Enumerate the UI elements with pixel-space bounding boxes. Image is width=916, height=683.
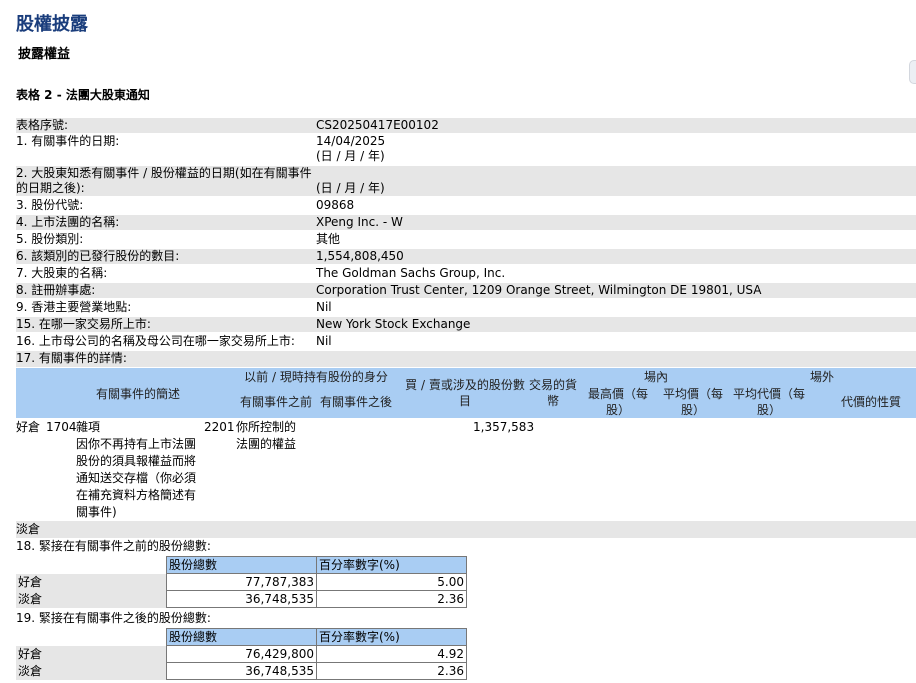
percentage: 4.92 [316,645,467,663]
event-code: 1704 [46,420,77,434]
capacity-line: 法團的權益 [236,437,297,451]
col-total-shares: 股份總數 [166,628,317,646]
percentage: 5.00 [316,573,467,591]
side-panel-tab[interactable] [909,60,916,84]
position-long: 好倉 [16,420,41,434]
field-label: 7. 大股東的名稱: [16,266,108,280]
table-row: 好倉 76,429,800 4.92 [16,645,467,663]
row-type: 淡倉 [16,662,167,680]
col-percentage: 百分率數字(%) [316,628,467,646]
total-shares: 36,748,535 [166,662,317,680]
field-value: CS20250417E00102 [316,118,439,132]
position-short: 淡倉 [16,522,41,536]
totals-before-table: 股份總數 百分率數字(%) 好倉 77,787,383 5.00 淡倉 36,7… [16,556,467,608]
section-19-label-row: 19. 緊接在有關事件之後的股份總數: [16,611,916,627]
field-label: 17. 有關事件的詳情: [16,351,127,365]
field-value: Nil [316,300,332,314]
header-num-shares: 買 / 賣或涉及的股份數目 [405,378,525,408]
field-value: New York Stock Exchange [316,317,471,331]
field-value: 其他 [316,232,341,246]
header-after: 有關事件之後 [319,395,392,409]
field-row-form-serial: 表格序號: CS20250417E00102 [16,118,916,133]
field-label: 3. 股份代號: [16,198,84,212]
header-average-consideration: 平均代價（每股） [732,387,805,417]
field-label: 1. 有關事件的日期: [16,134,120,148]
capacity-line: 你所控制的 [236,420,297,434]
field-row-shareholder-name: 7. 大股東的名稱: The Goldman Sachs Group, Inc. [16,266,916,281]
header-event-desc: 有關事件的簡述 [95,387,180,401]
row-type: 好倉 [16,573,167,591]
capacity-code: 2201 [204,420,235,434]
field-label-cont: 的日期之後): [16,181,85,195]
field-value: XPeng Inc. - W [316,215,403,229]
field-label: 15. 在哪一家交易所上市: [16,317,151,331]
shares-involved: 1,357,583 [473,420,535,434]
header-average-price: 平均價（每股） [662,387,723,417]
total-shares: 76,429,800 [166,645,317,663]
col-percentage: 百分率數字(%) [316,556,467,574]
event-desc-line: 因你不再持有上市法團 [76,437,197,451]
field-value: 14/04/2025 [316,134,386,148]
percentage: 2.36 [316,590,467,608]
field-label: 8. 註冊辦事處: [16,283,96,297]
row-type: 淡倉 [16,590,167,608]
field-row-aware-date: 2. 大股東知悉有關事件 / 股份權益的日期(如在有關事件 的日期之後): (日… [16,166,916,196]
field-value: 09868 [316,198,355,212]
field-row-hk-place: 9. 香港主要營業地點: Nil [16,300,916,315]
section-19-label: 19. 緊接在有關事件之後的股份總數: [16,611,211,625]
event-details-header: 有關事件的簡述 以前 / 現時持有股份的身分 有關事件之前 有關事件之後 買 /… [16,368,916,418]
field-row-event-details: 17. 有關事件的詳情: [16,351,916,367]
table-row: 好倉 77,787,383 5.00 [16,573,467,591]
short-position-row: 淡倉 [16,521,916,538]
field-label: 16. 上市母公司的名稱及母公司在哪一家交易所上市: [16,334,295,348]
field-label: 5. 股份類別: [16,232,84,246]
section-18-label: 18. 緊接在有關事件之前的股份總數: [16,539,211,553]
field-row-exchange: 15. 在哪一家交易所上市: New York Stock Exchange [16,317,916,332]
total-shares: 36,748,535 [166,590,317,608]
event-desc-line: 在補充資料方格簡述有 [76,488,197,502]
field-label: 6. 該類別的已發行股份的數目: [16,249,180,263]
field-row-registered-office: 8. 註冊辦事處: Corporation Trust Center, 1209… [16,283,916,298]
field-value: The Goldman Sachs Group, Inc. [316,266,506,280]
field-row-corp-name: 4. 上市法團的名稱: XPeng Inc. - W [16,215,916,230]
page-subtitle: 披露權益 [18,47,71,62]
table-row: 淡倉 36,748,535 2.36 [16,662,467,680]
total-shares: 77,787,383 [166,573,317,591]
field-label: 2. 大股東知悉有關事件 / 股份權益的日期(如在有關事件 [16,166,312,180]
percentage: 2.36 [316,662,467,680]
field-row-parent: 16. 上市母公司的名稱及母公司在哪一家交易所上市: Nil [16,334,916,349]
field-row-share-class: 5. 股份類別: 其他 [16,232,916,247]
date-format-hint: (日 / 月 / 年) [316,149,385,163]
event-desc-line: 關事件) [76,505,117,519]
field-row-stock-code: 3. 股份代號: 09868 [16,198,916,213]
field-row-issued-shares: 6. 該類別的已發行股份的數目: 1,554,808,450 [16,249,916,264]
field-label: 4. 上市法團的名稱: [16,215,120,229]
header-currency: 交易的貨幣 [528,378,577,408]
col-total-shares: 股份總數 [166,556,317,574]
header-on-exchange: 場內 [643,370,668,384]
section-18-label-row: 18. 緊接在有關事件之前的股份總數: [16,539,916,555]
field-value: Corporation Trust Center, 1209 Orange St… [316,283,762,297]
event-title: 雜項 [76,420,101,434]
field-label: 表格序號: [16,118,69,132]
field-row-event-date: 1. 有關事件的日期: 14/04/2025 (日 / 月 / 年) [16,134,916,164]
table-row: 淡倉 36,748,535 2.36 [16,590,467,608]
header-consideration-nature: 代價的性質 [840,395,901,409]
header-capacity-group: 以前 / 現時持有股份的身分 [244,370,388,384]
date-format-hint: (日 / 月 / 年) [316,181,385,195]
header-off-exchange: 場外 [809,370,834,384]
header-before: 有關事件之前 [239,395,312,409]
field-value: Nil [316,334,332,348]
page-title: 股權披露 [16,14,88,35]
field-value: 1,554,808,450 [316,249,404,263]
header-highest-price: 最高價（每股） [587,387,648,417]
event-desc-line: 通知送交存檔（你必須 [76,471,197,485]
row-type: 好倉 [16,645,167,663]
field-label: 9. 香港主要營業地點: [16,300,132,314]
event-desc-line: 股份的須具報權益而將 [76,454,197,468]
totals-after-table: 股份總數 百分率數字(%) 好倉 76,429,800 4.92 淡倉 36,7… [16,628,467,680]
form-heading: 表格 2 - 法團大股東通知 [16,88,150,102]
